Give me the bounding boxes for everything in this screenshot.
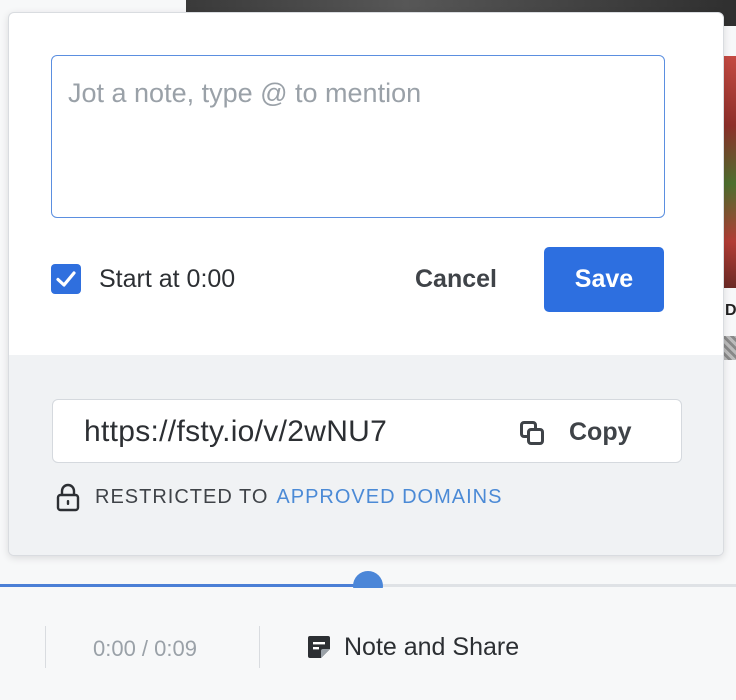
background-thumbnail-strip: [724, 336, 736, 360]
progress-fill: [0, 584, 368, 587]
check-icon: [56, 271, 76, 287]
divider: [259, 626, 260, 668]
copy-icon[interactable]: [519, 420, 545, 446]
note-textarea[interactable]: Jot a note, type @ to mention: [51, 55, 665, 218]
note-icon: [308, 636, 330, 658]
background-thumbnail-text: D: [725, 302, 736, 319]
note-and-share-button[interactable]: Note and Share: [306, 632, 519, 662]
lock-icon: [56, 483, 80, 512]
restriction-row: RESTRICTED TO APPROVED DOMAINS: [55, 481, 502, 513]
note-and-share-label: Note and Share: [344, 632, 520, 661]
note-popover: Jot a note, type @ to mention Start at 0…: [8, 12, 724, 556]
start-at-label: Start at 0:00: [99, 264, 236, 293]
background-thumbnail: [724, 56, 736, 288]
player-control-bar: 0:00 / 0:09 Note and Share: [0, 588, 736, 700]
copy-button[interactable]: Copy: [569, 418, 632, 447]
share-link-text: https://fsty.io/v/2wNU7: [84, 415, 388, 448]
share-section: https://fsty.io/v/2wNU7 Copy RESTRICTED …: [9, 355, 723, 555]
divider: [45, 626, 46, 668]
time-display: 0:00 / 0:09: [93, 636, 197, 661]
start-at-checkbox[interactable]: [51, 264, 81, 294]
start-at-row: Start at 0:00: [51, 263, 235, 295]
cancel-button[interactable]: Cancel: [403, 263, 509, 295]
share-link-box[interactable]: https://fsty.io/v/2wNU7 Copy: [52, 399, 682, 463]
restriction-text: RESTRICTED TO: [95, 485, 269, 508]
note-placeholder: Jot a note, type @ to mention: [68, 78, 422, 108]
save-button[interactable]: Save: [544, 247, 664, 312]
approved-domains-link[interactable]: APPROVED DOMAINS: [276, 486, 502, 509]
